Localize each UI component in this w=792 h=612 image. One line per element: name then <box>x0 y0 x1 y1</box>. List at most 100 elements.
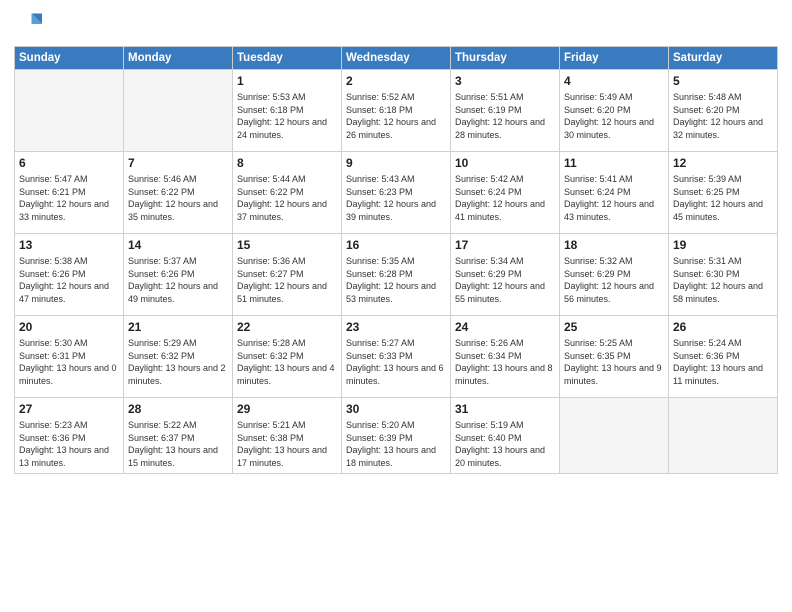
day-cell: 27Sunrise: 5:23 AM Sunset: 6:36 PM Dayli… <box>15 398 124 474</box>
day-info: Sunrise: 5:21 AM Sunset: 6:38 PM Dayligh… <box>237 419 337 469</box>
day-info: Sunrise: 5:35 AM Sunset: 6:28 PM Dayligh… <box>346 255 446 305</box>
day-cell: 31 Sunrise: 5:19 AM Sunset: 6:40 PM Dayli… <box>451 398 560 474</box>
day-number: 4 <box>564 73 664 89</box>
week-row-1: 1 Sunrise: 5:53 AM Sunset: 6:18 PM Daylig… <box>15 70 778 152</box>
weekday-header-thursday: Thursday <box>451 47 560 70</box>
day-number: 16 <box>346 237 446 253</box>
day-number: 31 <box>455 401 555 417</box>
day-info: Sunrise: 5:41 AM Sunset: 6:24 PM Dayligh… <box>564 173 664 223</box>
day-number: 15 <box>237 237 337 253</box>
day-number: 26 <box>673 319 773 335</box>
day-number: 3 <box>455 73 555 89</box>
day-info: Sunrise: 5:30 AM Sunset: 6:31 PM Dayligh… <box>19 337 119 387</box>
day-number: 9 <box>346 155 446 171</box>
day-info: Sunrise: 5:51 AM Sunset: 6:19 PM Dayligh… <box>455 91 555 141</box>
day-number: 7 <box>128 155 228 171</box>
calendar-table: SundayMondayTuesdayWednesdayThursdayFrid… <box>14 46 778 474</box>
day-cell: 30 Sunrise: 5:20 AM Sunset: 6:39 PM Dayli… <box>342 398 451 474</box>
day-cell: 10 Sunrise: 5:42 AM Sunset: 6:24 PM Dayli… <box>451 152 560 234</box>
day-cell <box>124 70 233 152</box>
day-info: Sunrise: 5:31 AM Sunset: 6:30 PM Dayligh… <box>673 255 773 305</box>
day-cell: 17 Sunrise: 5:34 AM Sunset: 6:29 PM Dayli… <box>451 234 560 316</box>
weekday-header-row: SundayMondayTuesdayWednesdayThursdayFrid… <box>15 47 778 70</box>
day-info: Sunrise: 5:32 AM Sunset: 6:29 PM Dayligh… <box>564 255 664 305</box>
day-cell: 24 Sunrise: 5:26 AM Sunset: 6:34 PM Dayli… <box>451 316 560 398</box>
day-number: 20 <box>19 319 119 335</box>
day-cell: 5 Sunrise: 5:48 AM Sunset: 6:20 PM Daylig… <box>669 70 778 152</box>
day-number: 29 <box>237 401 337 417</box>
day-number: 30 <box>346 401 446 417</box>
day-info: Sunrise: 5:42 AM Sunset: 6:24 PM Dayligh… <box>455 173 555 223</box>
day-info: Sunrise: 5:19 AM Sunset: 6:40 PM Dayligh… <box>455 419 555 469</box>
day-info: Sunrise: 5:24 AM Sunset: 6:36 PM Dayligh… <box>673 337 773 387</box>
day-number: 19 <box>673 237 773 253</box>
day-info: Sunrise: 5:53 AM Sunset: 6:18 PM Dayligh… <box>237 91 337 141</box>
day-info: Sunrise: 5:28 AM Sunset: 6:32 PM Dayligh… <box>237 337 337 387</box>
day-number: 5 <box>673 73 773 89</box>
page: SundayMondayTuesdayWednesdayThursdayFrid… <box>0 0 792 612</box>
day-cell: 4 Sunrise: 5:49 AM Sunset: 6:20 PM Daylig… <box>560 70 669 152</box>
day-info: Sunrise: 5:38 AM Sunset: 6:26 PM Dayligh… <box>19 255 119 305</box>
day-number: 6 <box>19 155 119 171</box>
weekday-header-tuesday: Tuesday <box>233 47 342 70</box>
day-cell: 1 Sunrise: 5:53 AM Sunset: 6:18 PM Daylig… <box>233 70 342 152</box>
day-info: Sunrise: 5:52 AM Sunset: 6:18 PM Dayligh… <box>346 91 446 141</box>
day-info: Sunrise: 5:26 AM Sunset: 6:34 PM Dayligh… <box>455 337 555 387</box>
day-number: 1 <box>237 73 337 89</box>
day-info: Sunrise: 5:48 AM Sunset: 6:20 PM Dayligh… <box>673 91 773 141</box>
day-cell: 13 Sunrise: 5:38 AM Sunset: 6:26 PM Dayli… <box>15 234 124 316</box>
day-cell: 28 Sunrise: 5:22 AM Sunset: 6:37 PM Dayli… <box>124 398 233 474</box>
logo-icon <box>14 10 42 38</box>
day-cell: 20 Sunrise: 5:30 AM Sunset: 6:31 PM Dayli… <box>15 316 124 398</box>
day-cell: 19 Sunrise: 5:31 AM Sunset: 6:30 PM Dayli… <box>669 234 778 316</box>
day-info: Sunrise: 5:20 AM Sunset: 6:39 PM Dayligh… <box>346 419 446 469</box>
day-info: Sunrise: 5:25 AM Sunset: 6:35 PM Dayligh… <box>564 337 664 387</box>
day-cell <box>15 70 124 152</box>
weekday-header-monday: Monday <box>124 47 233 70</box>
weekday-header-wednesday: Wednesday <box>342 47 451 70</box>
day-number: 24 <box>455 319 555 335</box>
day-cell: 18 Sunrise: 5:32 AM Sunset: 6:29 PM Dayli… <box>560 234 669 316</box>
week-row-4: 20 Sunrise: 5:30 AM Sunset: 6:31 PM Dayli… <box>15 316 778 398</box>
day-cell: 21 Sunrise: 5:29 AM Sunset: 6:32 PM Dayli… <box>124 316 233 398</box>
day-number: 10 <box>455 155 555 171</box>
logo <box>14 10 44 38</box>
day-cell: 16 Sunrise: 5:35 AM Sunset: 6:28 PM Dayli… <box>342 234 451 316</box>
day-info: Sunrise: 5:44 AM Sunset: 6:22 PM Dayligh… <box>237 173 337 223</box>
day-info: Sunrise: 5:37 AM Sunset: 6:26 PM Dayligh… <box>128 255 228 305</box>
day-info: Sunrise: 5:22 AM Sunset: 6:37 PM Dayligh… <box>128 419 228 469</box>
weekday-header-saturday: Saturday <box>669 47 778 70</box>
day-info: Sunrise: 5:36 AM Sunset: 6:27 PM Dayligh… <box>237 255 337 305</box>
day-number: 13 <box>19 237 119 253</box>
week-row-2: 6 Sunrise: 5:47 AM Sunset: 6:21 PM Daylig… <box>15 152 778 234</box>
day-number: 28 <box>128 401 228 417</box>
day-number: 23 <box>346 319 446 335</box>
day-cell <box>560 398 669 474</box>
day-number: 25 <box>564 319 664 335</box>
day-info: Sunrise: 5:23 AM Sunset: 6:36 PM Dayligh… <box>19 419 119 469</box>
day-number: 11 <box>564 155 664 171</box>
weekday-header-friday: Friday <box>560 47 669 70</box>
day-cell: 15 Sunrise: 5:36 AM Sunset: 6:27 PM Dayli… <box>233 234 342 316</box>
day-number: 2 <box>346 73 446 89</box>
day-cell: 29 Sunrise: 5:21 AM Sunset: 6:38 PM Dayli… <box>233 398 342 474</box>
day-cell: 12Sunrise: 5:39 AM Sunset: 6:25 PM Dayli… <box>669 152 778 234</box>
day-info: Sunrise: 5:49 AM Sunset: 6:20 PM Dayligh… <box>564 91 664 141</box>
day-number: 8 <box>237 155 337 171</box>
day-cell: 11 Sunrise: 5:41 AM Sunset: 6:24 PM Dayli… <box>560 152 669 234</box>
day-info: Sunrise: 5:34 AM Sunset: 6:29 PM Dayligh… <box>455 255 555 305</box>
day-info: Sunrise: 5:47 AM Sunset: 6:21 PM Dayligh… <box>19 173 119 223</box>
day-cell: 23Sunrise: 5:27 AM Sunset: 6:33 PM Dayli… <box>342 316 451 398</box>
day-number: 17 <box>455 237 555 253</box>
day-cell: 6 Sunrise: 5:47 AM Sunset: 6:21 PM Daylig… <box>15 152 124 234</box>
day-info: Sunrise: 5:43 AM Sunset: 6:23 PM Dayligh… <box>346 173 446 223</box>
day-number: 18 <box>564 237 664 253</box>
day-info: Sunrise: 5:29 AM Sunset: 6:32 PM Dayligh… <box>128 337 228 387</box>
day-number: 21 <box>128 319 228 335</box>
day-info: Sunrise: 5:46 AM Sunset: 6:22 PM Dayligh… <box>128 173 228 223</box>
day-number: 12 <box>673 155 773 171</box>
day-number: 14 <box>128 237 228 253</box>
day-number: 22 <box>237 319 337 335</box>
weekday-header-sunday: Sunday <box>15 47 124 70</box>
day-cell <box>669 398 778 474</box>
